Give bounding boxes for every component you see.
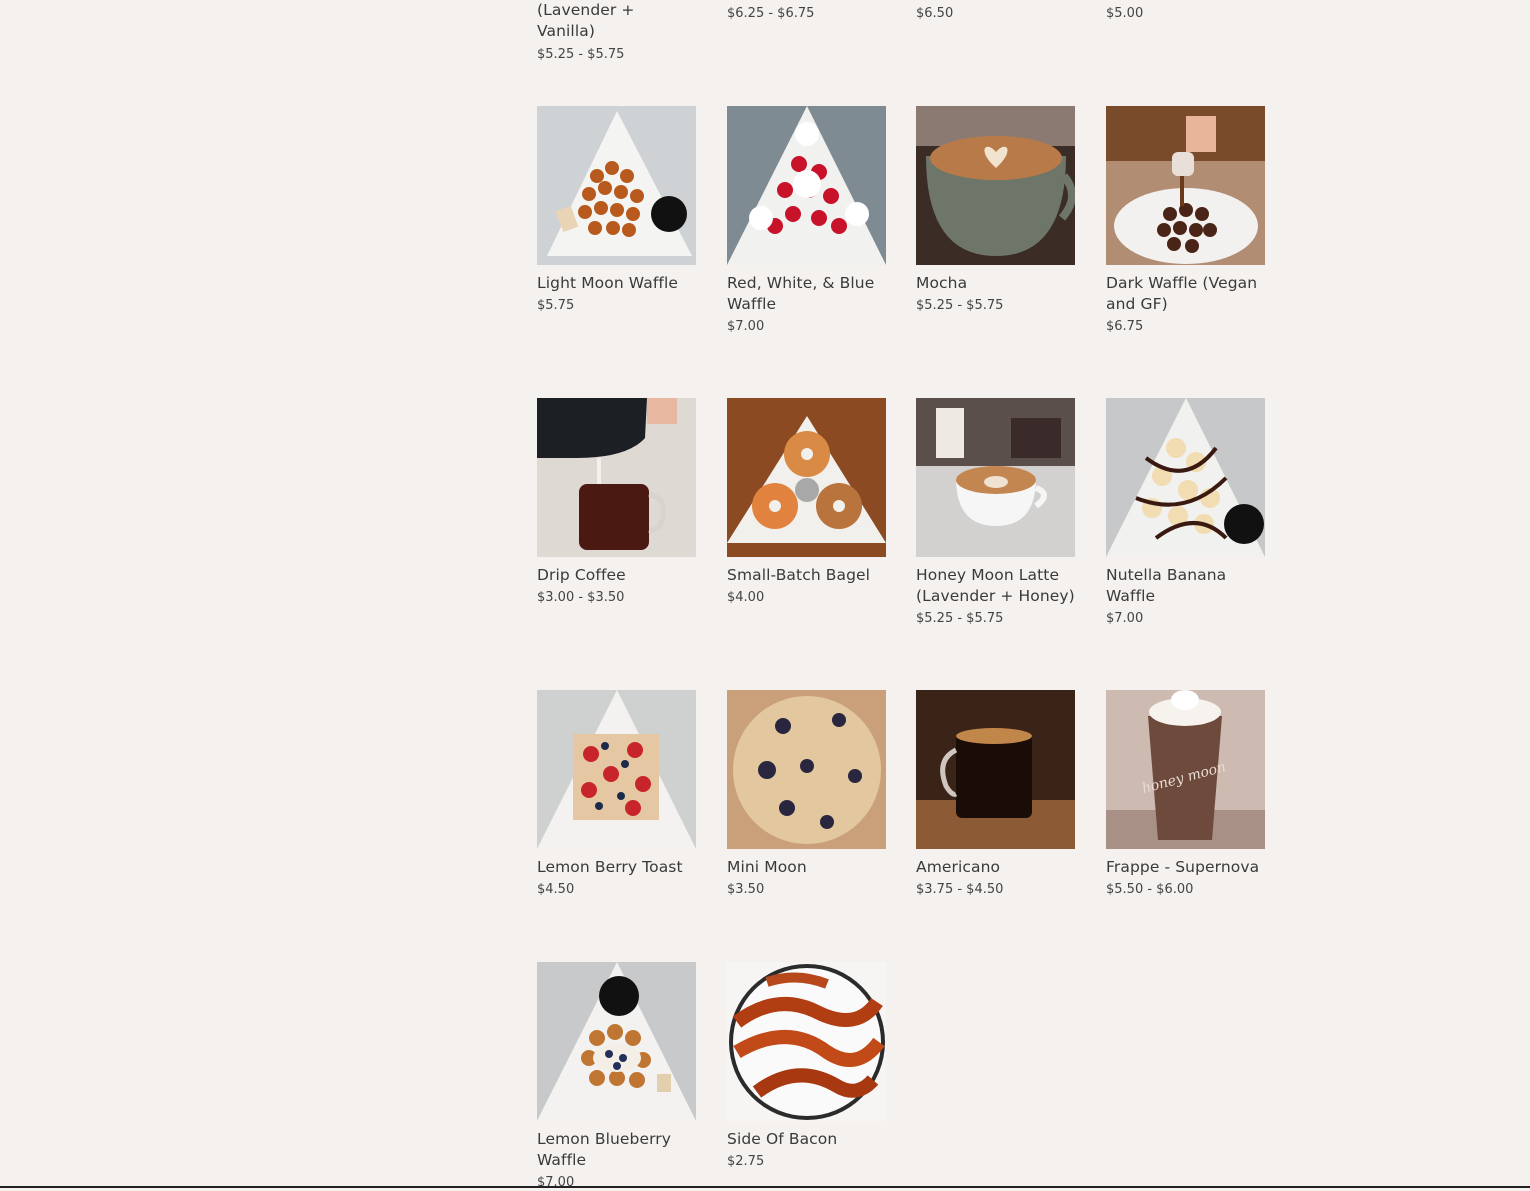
product-card[interactable]: Drip Coffee $3.00 - $3.50: [537, 398, 696, 606]
product-price: $5.50 - $6.00: [1106, 882, 1194, 897]
product-price: $3.75 - $4.50: [916, 882, 1004, 897]
product-price: $5.25 - $5.75: [916, 611, 1004, 626]
waffle-berries-image: [727, 106, 886, 265]
product-image[interactable]: [727, 690, 886, 849]
product-price: $4.00: [727, 590, 765, 605]
product-name[interactable]: Nutella Banana Waffle: [1106, 565, 1265, 607]
product-price: $2.75: [727, 1154, 765, 1169]
product-name[interactable]: Dark Waffle (Vegan and GF): [1106, 273, 1265, 315]
product-card-partial[interactable]: $6.50: [916, 0, 1075, 22]
honey-latte-image: [916, 398, 1075, 557]
product-name[interactable]: Mini Moon: [727, 857, 886, 878]
product-name[interactable]: Lemon Berry Toast: [537, 857, 696, 878]
product-image[interactable]: [727, 962, 886, 1121]
product-price: $6.50: [916, 6, 954, 21]
product-price: $4.50: [537, 882, 575, 897]
product-image[interactable]: [537, 962, 696, 1121]
product-card[interactable]: honey moon Frappe - Supernova $5.50 - $6…: [1106, 690, 1265, 898]
product-name[interactable]: Light Moon Waffle: [537, 273, 696, 294]
product-image[interactable]: [727, 398, 886, 557]
product-card[interactable]: Lemon Berry Toast $4.50: [537, 690, 696, 898]
product-card[interactable]: Mocha $5.25 - $5.75: [916, 106, 1075, 314]
banana-waffle-image: [1106, 398, 1265, 557]
product-price: $5.25 - $5.75: [916, 298, 1004, 313]
product-name[interactable]: Small-Batch Bagel: [727, 565, 886, 586]
product-card[interactable]: Light Moon Waffle $5.75: [537, 106, 696, 314]
product-price: $3.50: [727, 882, 765, 897]
muffin-image: [727, 690, 886, 849]
product-image[interactable]: [537, 398, 696, 557]
product-card[interactable]: Small-Batch Bagel $4.00: [727, 398, 886, 606]
bacon-image: [727, 962, 886, 1121]
product-name[interactable]: Lemon Blueberry Waffle: [537, 1129, 696, 1171]
product-name[interactable]: Frappe - Supernova: [1106, 857, 1265, 878]
product-image[interactable]: [537, 690, 696, 849]
dark-waffle-image: [1106, 106, 1265, 265]
product-price: $7.00: [537, 1175, 575, 1190]
product-card[interactable]: Side Of Bacon $2.75: [727, 962, 886, 1170]
product-image[interactable]: [537, 106, 696, 265]
product-image[interactable]: [916, 690, 1075, 849]
product-price: $6.25 - $6.75: [727, 6, 815, 21]
product-name[interactable]: Americano: [916, 857, 1075, 878]
product-card-partial[interactable]: (Lavender + Vanilla) $5.25 - $5.75: [537, 0, 696, 63]
product-card[interactable]: Lemon Blueberry Waffle $7.00: [537, 962, 696, 1191]
product-image[interactable]: [727, 106, 886, 265]
latte-image: [916, 106, 1075, 265]
frappe-image: honey moon: [1106, 690, 1265, 849]
product-name[interactable]: Honey Moon Latte (Lavender + Honey): [916, 565, 1075, 607]
product-image[interactable]: [1106, 398, 1265, 557]
product-price: $7.00: [727, 319, 765, 334]
product-card[interactable]: Dark Waffle (Vegan and GF) $6.75: [1106, 106, 1265, 335]
product-name[interactable]: Side Of Bacon: [727, 1129, 886, 1150]
product-card[interactable]: Americano $3.75 - $4.50: [916, 690, 1075, 898]
product-name[interactable]: (Lavender + Vanilla): [537, 0, 696, 42]
product-price: $5.25 - $5.75: [537, 47, 625, 62]
product-name[interactable]: Red, White, & Blue Waffle: [727, 273, 886, 315]
product-card-partial[interactable]: $5.00: [1106, 0, 1265, 22]
product-image[interactable]: [916, 398, 1075, 557]
product-price: $7.00: [1106, 611, 1144, 626]
product-grid: (Lavender + Vanilla) $5.25 - $5.75 $6.25…: [537, 0, 1265, 1191]
product-card[interactable]: Nutella Banana Waffle $7.00: [1106, 398, 1265, 627]
product-price: $5.75: [537, 298, 575, 313]
berry-toast-image: [537, 690, 696, 849]
product-image[interactable]: honey moon: [1106, 690, 1265, 849]
blueberry-waffle-image: [537, 962, 696, 1121]
product-price: $5.00: [1106, 6, 1144, 21]
product-name[interactable]: Mocha: [916, 273, 1075, 294]
product-image[interactable]: [1106, 106, 1265, 265]
product-card[interactable]: Honey Moon Latte (Lavender + Honey) $5.2…: [916, 398, 1075, 627]
americano-image: [916, 690, 1075, 849]
product-price: $6.75: [1106, 319, 1144, 334]
product-card-partial[interactable]: $6.25 - $6.75: [727, 0, 886, 22]
bagels-image: [727, 398, 886, 557]
product-name[interactable]: Drip Coffee: [537, 565, 696, 586]
product-image[interactable]: [916, 106, 1075, 265]
product-card[interactable]: Mini Moon $3.50: [727, 690, 886, 898]
product-price: $3.00 - $3.50: [537, 590, 625, 605]
drip-coffee-image: [537, 398, 696, 557]
waffle-image: [537, 106, 696, 265]
product-card[interactable]: Red, White, & Blue Waffle $7.00: [727, 106, 886, 335]
